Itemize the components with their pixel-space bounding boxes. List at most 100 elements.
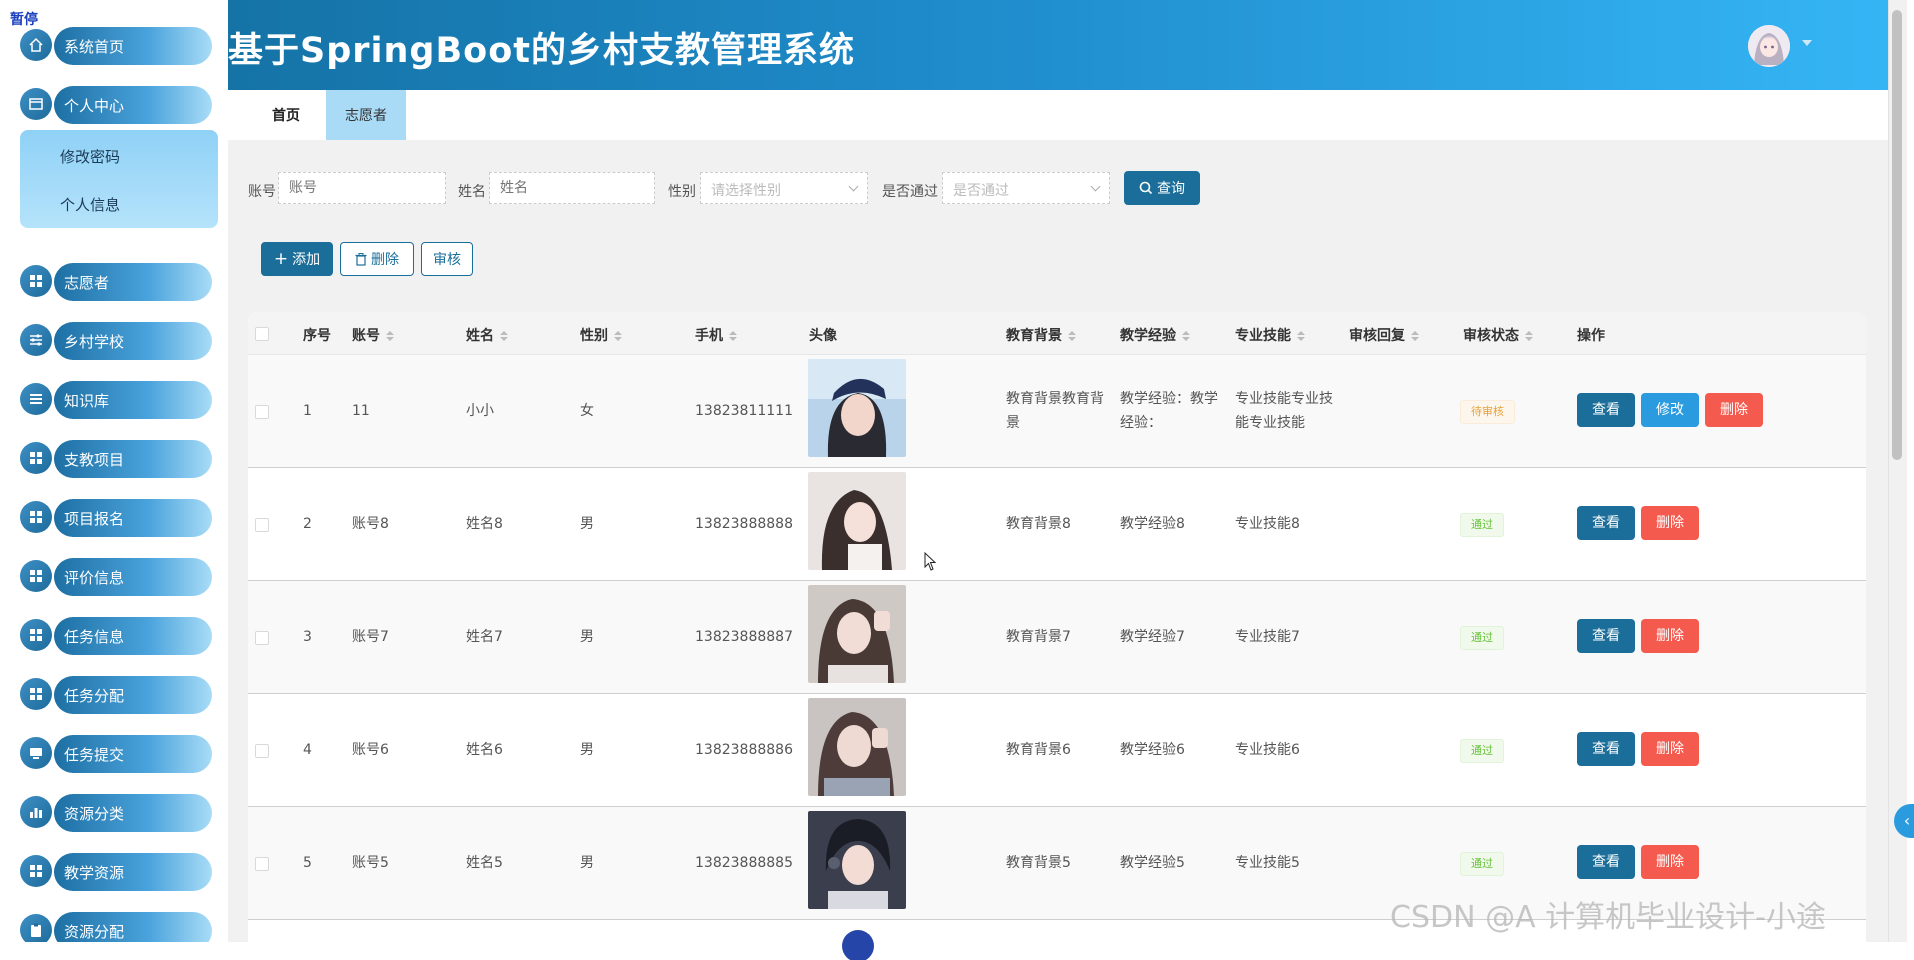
cell-education: 教育背景8 bbox=[1006, 516, 1071, 532]
col-reply[interactable]: 审核回复 bbox=[1349, 325, 1419, 345]
tab-volunteer[interactable]: 志愿者 bbox=[326, 90, 406, 140]
sidebar-item-label: 任务信息 bbox=[64, 628, 125, 646]
chevron-down-icon[interactable] bbox=[1802, 40, 1812, 46]
cell-account: 账号8 bbox=[352, 516, 389, 532]
user-avatar[interactable] bbox=[1748, 25, 1790, 67]
sidebar-item-home[interactable]: 系统首页 bbox=[20, 25, 212, 65]
name-input[interactable] bbox=[489, 172, 655, 204]
sidebar-item-signup[interactable]: 项目报名 bbox=[20, 497, 212, 537]
sidebar-item-resource-category[interactable]: 资源分类 bbox=[20, 792, 212, 832]
audit-button[interactable]: 审核 bbox=[421, 242, 473, 276]
row-checkbox[interactable] bbox=[255, 518, 269, 532]
cell-skills: 专业技能5 bbox=[1235, 855, 1300, 871]
col-skills[interactable]: 专业技能 bbox=[1235, 325, 1305, 345]
cell-name: 姓名5 bbox=[466, 855, 503, 871]
table-row: 1 11 小小 女 13823811111 教育背景教育背景 教学经验：教学经验… bbox=[248, 355, 1866, 468]
sidebar-item-teaching-resource[interactable]: 教学资源 bbox=[20, 851, 212, 891]
table-row: 3 账号7 姓名7 男 13823888887 教育背景7 教学经验7 专业技能… bbox=[248, 581, 1866, 694]
row-checkbox[interactable] bbox=[255, 744, 269, 758]
sidebar-item-task-info[interactable]: 任务信息 bbox=[20, 615, 212, 655]
sidebar-item-profile[interactable]: 个人中心 bbox=[20, 84, 212, 124]
cell-index: 1 bbox=[303, 403, 312, 419]
query-button[interactable]: 查询 bbox=[1124, 171, 1200, 205]
delete-row-button[interactable]: 删除 bbox=[1641, 732, 1699, 766]
select-all-checkbox[interactable] bbox=[255, 327, 269, 341]
bar-chart-icon bbox=[20, 796, 52, 828]
delete-row-button[interactable]: 删除 bbox=[1641, 845, 1699, 879]
col-index: 序号 bbox=[303, 328, 331, 344]
grid-icon bbox=[20, 442, 52, 474]
sidebar-item-label: 资源分类 bbox=[64, 805, 125, 823]
gender-select-placeholder: 请选择性别 bbox=[711, 183, 781, 199]
status-badge: 通过 bbox=[1460, 513, 1504, 537]
avatar-photo bbox=[808, 585, 906, 683]
watermark: CSDN @A 计算机毕业设计-小途 bbox=[1390, 900, 1826, 935]
gender-select[interactable]: 请选择性别 bbox=[700, 172, 868, 204]
view-button[interactable]: 查看 bbox=[1577, 506, 1635, 540]
row-checkbox[interactable] bbox=[255, 405, 269, 419]
col-status[interactable]: 审核状态 bbox=[1463, 325, 1533, 345]
sidebar-item-review[interactable]: 评价信息 bbox=[20, 556, 212, 596]
edit-button[interactable]: 修改 bbox=[1641, 393, 1699, 427]
trash-icon bbox=[355, 252, 367, 266]
sliders-icon bbox=[20, 324, 52, 356]
cell-phone: 13823888885 bbox=[695, 855, 793, 871]
cell-account: 账号7 bbox=[352, 629, 389, 645]
submenu-change-password[interactable]: 修改密码 bbox=[60, 146, 120, 167]
delete-row-button[interactable]: 删除 bbox=[1641, 619, 1699, 653]
sidebar-item-task-submit[interactable]: 任务提交 bbox=[20, 733, 212, 773]
sidebar-item-school[interactable]: 乡村学校 bbox=[20, 320, 212, 360]
submenu-personal-info[interactable]: 个人信息 bbox=[60, 194, 120, 215]
sidebar-item-label: 资源分配 bbox=[64, 923, 125, 941]
paused-indicator: 暂停 bbox=[10, 12, 38, 28]
cell-phone: 13823811111 bbox=[695, 403, 793, 419]
col-education[interactable]: 教育背景 bbox=[1006, 325, 1076, 345]
col-phone[interactable]: 手机 bbox=[695, 325, 737, 345]
account-input[interactable] bbox=[278, 172, 446, 204]
avatar-photo bbox=[808, 698, 906, 796]
sidebar-item-label: 任务分配 bbox=[64, 687, 125, 705]
col-experience[interactable]: 教学经验 bbox=[1120, 325, 1190, 345]
row-checkbox[interactable] bbox=[255, 631, 269, 645]
clipboard-icon bbox=[20, 914, 52, 942]
delete-button[interactable]: 删除 bbox=[340, 242, 414, 276]
view-button[interactable]: 查看 bbox=[1577, 393, 1635, 427]
avatar-photo bbox=[808, 924, 906, 960]
view-button[interactable]: 查看 bbox=[1577, 845, 1635, 879]
app-title: 基于SpringBoot的乡村支教管理系统 bbox=[228, 31, 855, 71]
sidebar-item-knowledge[interactable]: 知识库 bbox=[20, 379, 212, 419]
sidebar-item-project[interactable]: 支教项目 bbox=[20, 438, 212, 478]
cell-gender: 男 bbox=[580, 516, 594, 532]
cell-experience: 教学经验7 bbox=[1120, 629, 1185, 645]
col-account[interactable]: 账号 bbox=[352, 325, 394, 345]
cell-name: 姓名8 bbox=[466, 516, 503, 532]
delete-row-button[interactable]: 删除 bbox=[1641, 506, 1699, 540]
sidebar-item-volunteer[interactable]: 志愿者 bbox=[20, 261, 212, 301]
page-scrollbar[interactable] bbox=[1888, 0, 1907, 942]
cell-name: 小小 bbox=[466, 403, 494, 419]
tab-home[interactable]: 首页 bbox=[256, 90, 316, 140]
grid-icon bbox=[20, 560, 52, 592]
sidebar-item-resource-assign[interactable]: 资源分配 bbox=[20, 910, 212, 942]
home-icon bbox=[20, 29, 52, 61]
avatar-photo bbox=[808, 811, 906, 909]
pass-select-placeholder: 是否通过 bbox=[953, 183, 1009, 199]
row-checkbox[interactable] bbox=[255, 857, 269, 871]
pass-select[interactable]: 是否通过 bbox=[942, 172, 1110, 204]
view-button[interactable]: 查看 bbox=[1577, 619, 1635, 653]
sort-icon bbox=[386, 331, 394, 341]
sidebar-item-task-assign[interactable]: 任务分配 bbox=[20, 674, 212, 714]
sort-icon bbox=[1297, 331, 1305, 341]
monitor-icon bbox=[20, 737, 52, 769]
col-gender[interactable]: 性别 bbox=[580, 325, 622, 345]
delete-row-button[interactable]: 删除 bbox=[1705, 393, 1763, 427]
query-button-label: 查询 bbox=[1157, 181, 1185, 197]
audit-button-label: 审核 bbox=[433, 252, 461, 268]
cell-index: 2 bbox=[303, 516, 312, 532]
sidebar-item-label: 支教项目 bbox=[64, 451, 125, 469]
scrollbar-thumb[interactable] bbox=[1892, 10, 1902, 460]
view-button[interactable]: 查看 bbox=[1577, 732, 1635, 766]
cell-name: 姓名6 bbox=[466, 742, 503, 758]
add-button[interactable]: + 添加 bbox=[261, 242, 333, 276]
col-name[interactable]: 姓名 bbox=[466, 325, 508, 345]
